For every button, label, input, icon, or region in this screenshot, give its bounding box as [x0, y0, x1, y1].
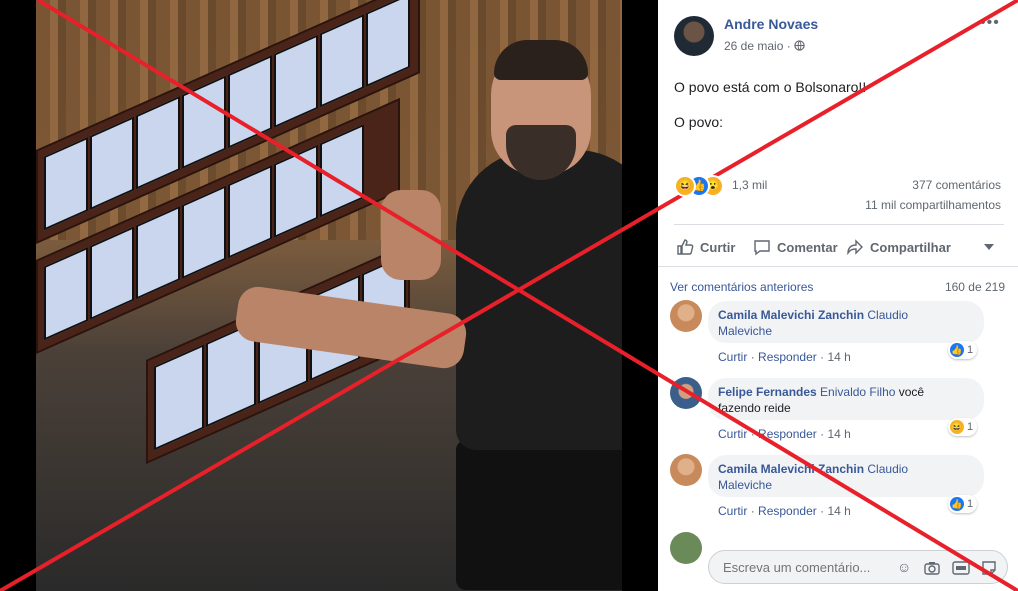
comment-actions: Curtir · Responder · 14 h [718, 504, 851, 518]
sticker-icon[interactable] [981, 560, 997, 576]
share-button-label: Compartilhar [870, 239, 951, 255]
tagged-user[interactable]: Maleviche [718, 324, 772, 338]
like-button[interactable]: Curtir [676, 238, 735, 256]
post-photo[interactable] [36, 0, 622, 591]
camera-icon[interactable] [924, 561, 940, 575]
chevron-down-icon[interactable] [984, 244, 994, 250]
post-meta: 26 de maio · [724, 39, 805, 53]
commenter-name[interactable]: Camila Malevichi Zanchin [718, 308, 864, 322]
comment-text: fazendo reide [718, 401, 791, 415]
comment-text: você [895, 385, 925, 399]
comment-reply-link[interactable]: Responder [758, 504, 817, 518]
tagged-user[interactable]: Maleviche [718, 478, 772, 492]
tagged-user[interactable]: Claudio [867, 308, 908, 322]
divider [658, 266, 1018, 267]
commenter-name[interactable]: Felipe Fernandes [718, 385, 817, 399]
share-button[interactable]: Compartilhar [846, 238, 951, 256]
comments-count[interactable]: 377 comentários [912, 178, 1001, 192]
globe-icon [794, 40, 805, 51]
comment-reply-link[interactable]: Responder [758, 427, 817, 441]
comment-time[interactable]: 14 h [827, 504, 850, 518]
thumbs-up-icon [677, 239, 694, 255]
like-button-label: Curtir [700, 239, 736, 255]
commenter-avatar[interactable] [670, 300, 702, 332]
comment-button[interactable]: Comentar [753, 238, 838, 256]
comment-reaction-count: 1 [967, 344, 974, 356]
shares-count[interactable]: 11 mil compartilhamentos [865, 198, 1001, 212]
share-icon [847, 239, 863, 256]
comment-reaction-badge[interactable]: 👍 1 [948, 495, 978, 513]
person-torso [456, 150, 622, 450]
author-name[interactable]: Andre Novaes [724, 16, 818, 32]
haha-icon: 😆 [950, 420, 964, 434]
comment-reaction-count: 1 [967, 498, 974, 510]
comment-reply-link[interactable]: Responder [758, 350, 817, 364]
comment-bubble: Felipe Fernandes Enivaldo Filho você faz… [708, 378, 984, 420]
dot-separator: · [820, 427, 825, 441]
comment-reaction-badge[interactable]: 👍 1 [948, 341, 978, 359]
emoji-icon[interactable]: ☺ [897, 559, 911, 575]
office-chair [456, 440, 622, 590]
post-options-button[interactable]: ••• [980, 14, 1000, 32]
comment-like-link[interactable]: Curtir [718, 350, 747, 364]
photo-viewer [0, 0, 658, 591]
commenter-avatar[interactable] [670, 377, 702, 409]
comment-actions: Curtir · Responder · 14 h [718, 427, 851, 441]
comment-time[interactable]: 14 h [827, 427, 850, 441]
dot-separator: · [820, 504, 825, 518]
comment-actions: Curtir · Responder · 14 h [718, 350, 851, 364]
like-icon: 👍 [950, 343, 964, 357]
author-avatar[interactable] [674, 16, 714, 56]
dot-separator: · [750, 350, 755, 364]
comment-time[interactable]: 14 h [827, 350, 850, 364]
comment-input[interactable] [721, 559, 885, 576]
comments-pagination: 160 de 219 [944, 280, 1005, 294]
gif-icon[interactable] [952, 561, 970, 575]
reaction-count: 1,3 mil [732, 178, 768, 192]
meta-separator: · [786, 39, 791, 53]
commenter-name[interactable]: Camila Malevichi Zanchin [718, 462, 864, 476]
thumbs-up-hand [381, 190, 441, 280]
comment-reaction-badge[interactable]: 😆 1 [948, 418, 978, 436]
commenter-avatar[interactable] [670, 532, 702, 564]
post-panel: Andre Novaes 26 de maio · ••• O povo est… [658, 0, 1018, 591]
post-date[interactable]: 26 de maio [724, 39, 783, 53]
post-text-line2: O povo: [674, 114, 724, 130]
comment-button-label: Comentar [777, 239, 838, 255]
comment-like-link[interactable]: Curtir [718, 504, 747, 518]
view-previous-comments[interactable]: Ver comentários anteriores [670, 280, 813, 294]
comment-composer: ☺ [708, 550, 1008, 584]
dot-separator: · [750, 504, 755, 518]
tagged-user[interactable]: Enivaldo Filho [820, 385, 895, 399]
commenter-avatar[interactable] [670, 454, 702, 486]
dot-separator: · [820, 350, 825, 364]
dot-separator: · [750, 427, 755, 441]
comment-bubble: Camila Malevichi Zanchin Claudio Malevic… [708, 455, 984, 497]
divider [674, 224, 1004, 225]
comment-reaction-count: 1 [967, 421, 974, 433]
tagged-user[interactable]: Claudio [867, 462, 908, 476]
comment-bubble: Camila Malevichi Zanchin Claudio Malevic… [708, 301, 984, 343]
comment-like-link[interactable]: Curtir [718, 427, 747, 441]
post-text-line1: O povo está com o Bolsonaro!! [674, 79, 867, 95]
haha-icon: 😆 [674, 175, 696, 197]
comment-icon [754, 240, 770, 256]
person-hair [494, 40, 588, 80]
like-icon: 👍 [950, 497, 964, 511]
